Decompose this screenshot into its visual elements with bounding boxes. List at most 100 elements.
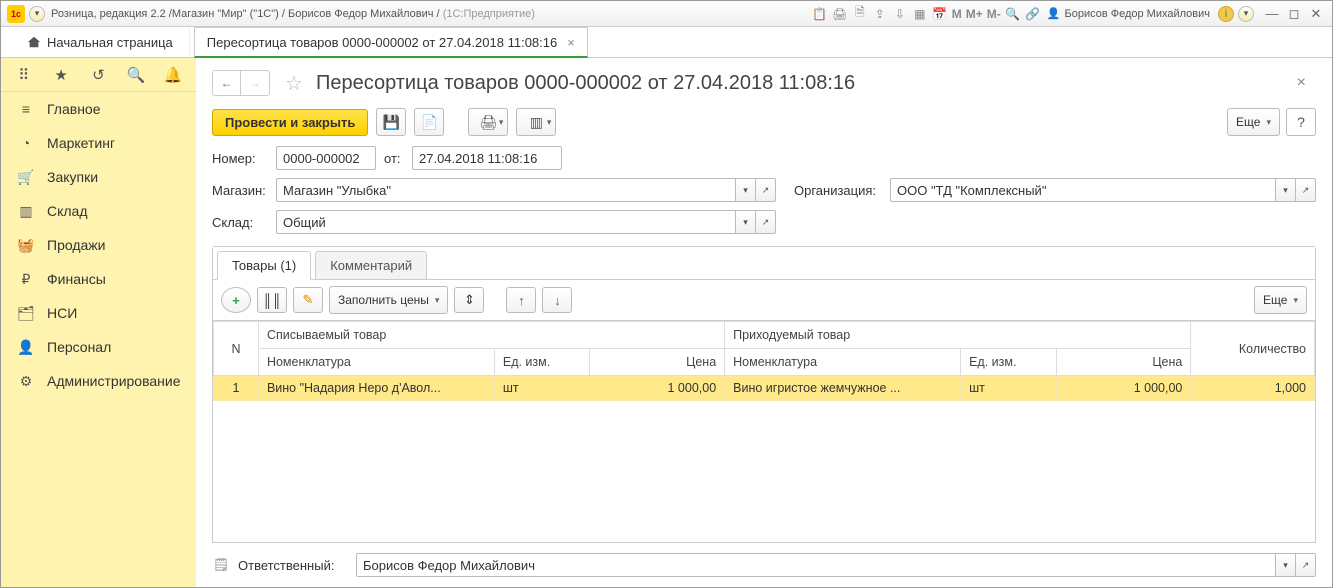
col-out-unit[interactable]: Ед. изм. bbox=[494, 349, 589, 376]
number-label: Номер: bbox=[212, 151, 268, 166]
system-menu-button[interactable]: ▾ bbox=[29, 6, 45, 22]
zoom-icon[interactable]: 🔍 bbox=[1003, 5, 1023, 23]
document-tab-close-icon[interactable]: × bbox=[567, 35, 575, 50]
sidebar-item-finance[interactable]: ₽ Финансы bbox=[1, 262, 196, 296]
sidebar-item-sales[interactable]: 🧺 Продажи bbox=[1, 228, 196, 262]
move-down-button[interactable]: ↓ bbox=[542, 287, 572, 313]
cell-out-price[interactable]: 1 000,00 bbox=[590, 376, 725, 401]
fill-prices-button[interactable]: Заполнить цены▾ bbox=[329, 286, 448, 314]
sidebar-item-admin[interactable]: ⚙ Администрирование bbox=[1, 364, 196, 398]
compare-icon[interactable]: ⇪ bbox=[870, 5, 890, 23]
reports-button[interactable]: ▥ bbox=[516, 108, 556, 136]
star-icon[interactable]: ★ bbox=[47, 63, 75, 87]
bell-icon[interactable]: 🔔 bbox=[159, 63, 187, 87]
move-up-button[interactable]: ↑ bbox=[506, 287, 536, 313]
open-icon[interactable]: ↗ bbox=[756, 210, 776, 234]
add-row-button[interactable]: + bbox=[221, 287, 251, 313]
home-tab-label: Начальная страница bbox=[47, 35, 173, 50]
cell-in-nomen[interactable]: Вино игристое жемчужное ... bbox=[725, 376, 961, 401]
dropdown-icon[interactable]: ▾ bbox=[736, 210, 756, 234]
apps-icon[interactable]: ⠿ bbox=[10, 63, 38, 87]
more-button[interactable]: Еще▾ bbox=[1227, 108, 1280, 136]
sidebar-item-purchases[interactable]: 🛒 Закупки bbox=[1, 160, 196, 194]
col-n[interactable]: N bbox=[214, 322, 259, 376]
col-in-unit[interactable]: Ед. изм. bbox=[961, 349, 1056, 376]
responsible-combo[interactable]: Борисов Федор Михайлович ▾ ↗ bbox=[356, 553, 1316, 577]
clipboard-icon[interactable]: 📋 bbox=[810, 5, 830, 23]
print-button[interactable]: 🖨 bbox=[468, 108, 508, 136]
table-row[interactable]: 1 Вино "Надария Неро д'Авол... шт 1 000,… bbox=[214, 376, 1315, 401]
dropdown-icon[interactable]: ▾ bbox=[736, 178, 756, 202]
col-qty[interactable]: Количество bbox=[1191, 322, 1315, 376]
cell-in-unit[interactable]: шт bbox=[961, 376, 1056, 401]
cell-in-price[interactable]: 1 000,00 bbox=[1056, 376, 1191, 401]
col-out-price[interactable]: Цена bbox=[590, 349, 725, 376]
sidenav-icon-row: ⠿ ★ ↺ 🔍 🔔 bbox=[1, 58, 196, 92]
dropdown-icon[interactable]: ▾ bbox=[1276, 553, 1296, 577]
date-input[interactable]: 27.04.2018 11:08:16 bbox=[412, 146, 562, 170]
home-tab[interactable]: Начальная страница bbox=[11, 27, 190, 57]
expand-button[interactable]: ⇕ bbox=[454, 287, 484, 313]
user-icon: 👤 bbox=[1047, 7, 1061, 20]
barcode-button[interactable]: ║║ bbox=[257, 287, 287, 313]
m-plus-button[interactable]: M+ bbox=[964, 7, 985, 21]
cell-out-unit[interactable]: шт bbox=[494, 376, 589, 401]
sidebar-item-warehouse[interactable]: ▥ Склад bbox=[1, 194, 196, 228]
forward-button[interactable]: → bbox=[241, 71, 269, 95]
col-in-price[interactable]: Цена bbox=[1056, 349, 1191, 376]
calendar-icon[interactable]: 📅 bbox=[930, 5, 950, 23]
note-icon[interactable]: 🗒 bbox=[212, 556, 230, 574]
close-button[interactable]: ✕ bbox=[1306, 6, 1326, 22]
sidebar-item-label: Персонал bbox=[47, 339, 111, 355]
help-dropdown-button[interactable]: ▾ bbox=[1238, 6, 1254, 22]
tab-header: Товары (1) Комментарий bbox=[213, 247, 1315, 280]
help-button[interactable]: ? bbox=[1286, 108, 1316, 136]
org-combo[interactable]: ООО "ТД "Комплексный" ▾ ↗ bbox=[890, 178, 1316, 202]
number-input[interactable]: 0000-000002 bbox=[276, 146, 376, 170]
sidebar-item-marketing[interactable]: ◔ Маркетинг bbox=[1, 126, 196, 160]
m-minus-button[interactable]: M- bbox=[985, 7, 1003, 21]
export-icon[interactable]: ⇩ bbox=[890, 5, 910, 23]
minimize-button[interactable]: — bbox=[1262, 6, 1282, 22]
open-icon[interactable]: ↗ bbox=[1296, 553, 1316, 577]
open-icon[interactable]: ↗ bbox=[1296, 178, 1316, 202]
favorite-star-icon[interactable]: ☆ bbox=[282, 71, 306, 95]
print-icon[interactable]: 🖨 bbox=[830, 5, 850, 23]
cell-out-nomen[interactable]: Вино "Надария Неро д'Авол... bbox=[258, 376, 494, 401]
link-icon[interactable]: 🔗 bbox=[1023, 5, 1043, 23]
grid-more-button[interactable]: Еще▾ bbox=[1254, 286, 1307, 314]
back-button[interactable]: ← bbox=[213, 71, 241, 95]
store-combo[interactable]: Магазин "Улыбка" ▾ ↗ bbox=[276, 178, 776, 202]
document-tab[interactable]: Пересортица товаров 0000-000002 от 27.04… bbox=[194, 27, 588, 58]
search-icon[interactable]: 🔍 bbox=[122, 63, 150, 87]
edit-button[interactable]: ✎ bbox=[293, 287, 323, 313]
sidebar-item-label: Финансы bbox=[47, 271, 106, 287]
warehouse-combo[interactable]: Общий ▾ ↗ bbox=[276, 210, 776, 234]
sidebar-item-main[interactable]: ≡ Главное bbox=[1, 92, 196, 126]
save-button[interactable]: 💾 bbox=[376, 108, 406, 136]
col-out[interactable]: Списываемый товар bbox=[258, 322, 724, 349]
col-in[interactable]: Приходуемый товар bbox=[725, 322, 1191, 349]
dropdown-icon[interactable]: ▾ bbox=[1276, 178, 1296, 202]
info-icon[interactable]: i bbox=[1218, 6, 1234, 22]
window-title: Розница, редакция 2.2 /Магазин "Мир" ("1… bbox=[51, 8, 440, 20]
m-button[interactable]: M bbox=[950, 7, 964, 21]
sidebar-item-personnel[interactable]: 👤 Персонал bbox=[1, 330, 196, 364]
tab-comment[interactable]: Комментарий bbox=[315, 251, 427, 280]
goods-grid[interactable]: N Списываемый товар Приходуемый товар Ко… bbox=[213, 321, 1315, 542]
user-box[interactable]: 👤 Борисов Федор Михайлович bbox=[1047, 7, 1210, 20]
open-icon[interactable]: ↗ bbox=[756, 178, 776, 202]
post-button[interactable]: 📄 bbox=[414, 108, 444, 136]
col-in-nomen[interactable]: Номенклатура bbox=[725, 349, 961, 376]
tab-goods[interactable]: Товары (1) bbox=[217, 251, 311, 280]
calculate-icon[interactable]: ▦ bbox=[910, 5, 930, 23]
cell-qty[interactable]: 1,000 bbox=[1191, 376, 1315, 401]
col-out-nomen[interactable]: Номенклатура bbox=[258, 349, 494, 376]
cell-n[interactable]: 1 bbox=[214, 376, 259, 401]
print-preview-icon[interactable]: 🗎 bbox=[850, 5, 870, 23]
document-close-icon[interactable]: × bbox=[1297, 74, 1316, 92]
maximize-button[interactable]: ◻ bbox=[1284, 6, 1304, 22]
sidebar-item-nsi[interactable]: 🗂 НСИ bbox=[1, 296, 196, 330]
post-and-close-button[interactable]: Провести и закрыть bbox=[212, 109, 368, 136]
history-icon[interactable]: ↺ bbox=[84, 63, 112, 87]
